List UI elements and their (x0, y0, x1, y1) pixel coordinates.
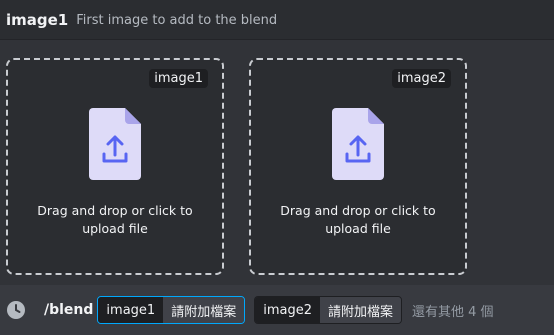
more-options-text[interactable]: 還有其他 4 個 (412, 301, 494, 320)
option-description: First image to add to the blend (76, 12, 278, 28)
upload-panel: image1 Drag and drop or click to upload … (0, 40, 554, 285)
option-title: image1 (6, 11, 69, 29)
file-upload-icon (332, 108, 384, 180)
option-chip-name: image1 (98, 297, 164, 323)
option-chip-image2[interactable]: image2 請附加檔案 (254, 296, 402, 324)
dropzone-instructions: Drag and drop or click to upload file (37, 203, 193, 236)
option-chip-value: 請附加檔案 (319, 297, 401, 323)
dropzone-instructions: Drag and drop or click to upload file (280, 203, 436, 236)
command-name: /blend (44, 302, 94, 318)
image2-dropzone[interactable]: image2 Drag and drop or click to upload … (249, 58, 467, 275)
dropzone-label: image1 (149, 69, 208, 88)
image1-dropzone[interactable]: image1 Drag and drop or click to upload … (6, 58, 224, 275)
file-upload-icon (89, 108, 141, 180)
option-header: image1 First image to add to the blend (0, 0, 554, 40)
option-chip-value: 請附加檔案 (163, 297, 245, 323)
option-chip-name: image2 (255, 297, 320, 323)
option-chip-image1[interactable]: image1 請附加檔案 (97, 296, 246, 324)
clock-icon (7, 301, 25, 319)
command-bar: /blend image1 請附加檔案 image2 請附加檔案 還有其他 4 … (0, 285, 554, 335)
dropzone-label: image2 (392, 69, 451, 88)
